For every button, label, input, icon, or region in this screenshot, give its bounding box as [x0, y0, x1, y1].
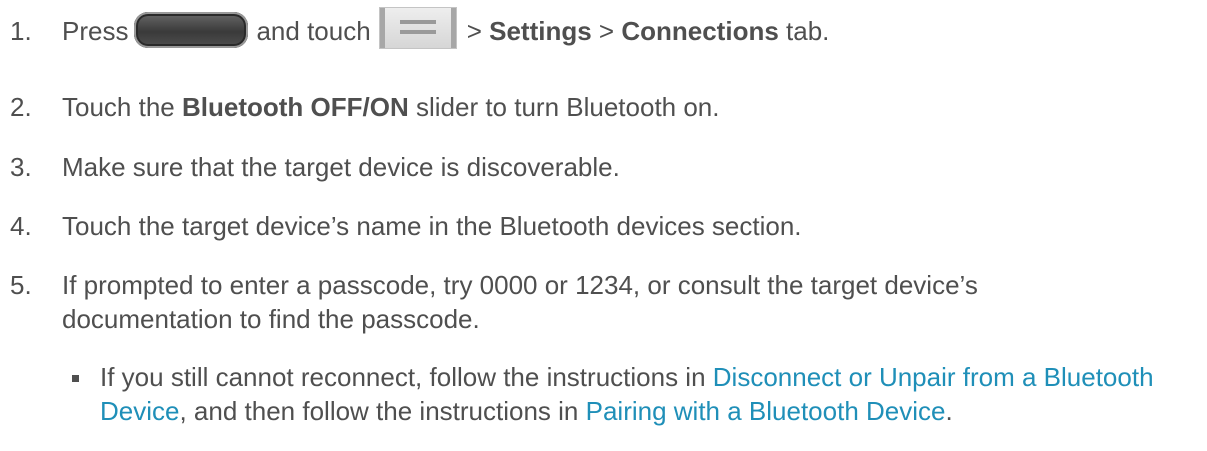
step-text: Press and touch > Settings > Connections t… — [62, 7, 830, 50]
bluetooth-toggle-label: Bluetooth OFF/ON — [181, 92, 409, 122]
bullet-text-mid: , and then follow the instructions in — [179, 396, 579, 426]
step-text-pre: Touch the — [62, 92, 175, 122]
settings-label: Settings — [489, 16, 592, 46]
separator: > — [466, 16, 482, 46]
pairing-bluetooth-link[interactable]: Pairing with a Bluetooth Device — [586, 396, 946, 426]
connections-label: Connections — [621, 16, 779, 46]
and-touch-text: and touch — [256, 16, 371, 46]
press-text: Press — [62, 16, 129, 46]
step-text-line-1: If prompted to enter a passcode, try 000… — [62, 270, 978, 300]
step-text: Make sure that the target device is disc… — [62, 152, 620, 182]
bullet-icon — [72, 375, 79, 382]
step-text-line-2: documentation to find the passcode. — [62, 304, 480, 334]
step-number: 5. — [10, 270, 32, 300]
step-number: 3. — [10, 152, 32, 182]
separator: > — [598, 16, 615, 46]
bullet-text-pre: If you still cannot reconnect, follow th… — [100, 362, 706, 392]
step-number: 2. — [10, 92, 32, 122]
bullet-text: If you still cannot reconnect, follow th… — [100, 360, 1200, 428]
step-text: Touch the Bluetooth OFF/ON slider to tur… — [62, 90, 720, 124]
step-text: Touch the target device’s name in the Bl… — [62, 211, 802, 241]
home-key-icon — [134, 12, 249, 49]
step-number: 1. — [10, 16, 32, 46]
step-text: If prompted to enter a passcode, try 000… — [62, 268, 978, 336]
step-number: 4. — [10, 211, 32, 241]
menu-key-icon — [378, 7, 457, 50]
bullet-text-end: . — [945, 396, 953, 426]
tab-text: tab. — [786, 16, 830, 46]
step-text-post: slider to turn Bluetooth on. — [415, 92, 720, 122]
